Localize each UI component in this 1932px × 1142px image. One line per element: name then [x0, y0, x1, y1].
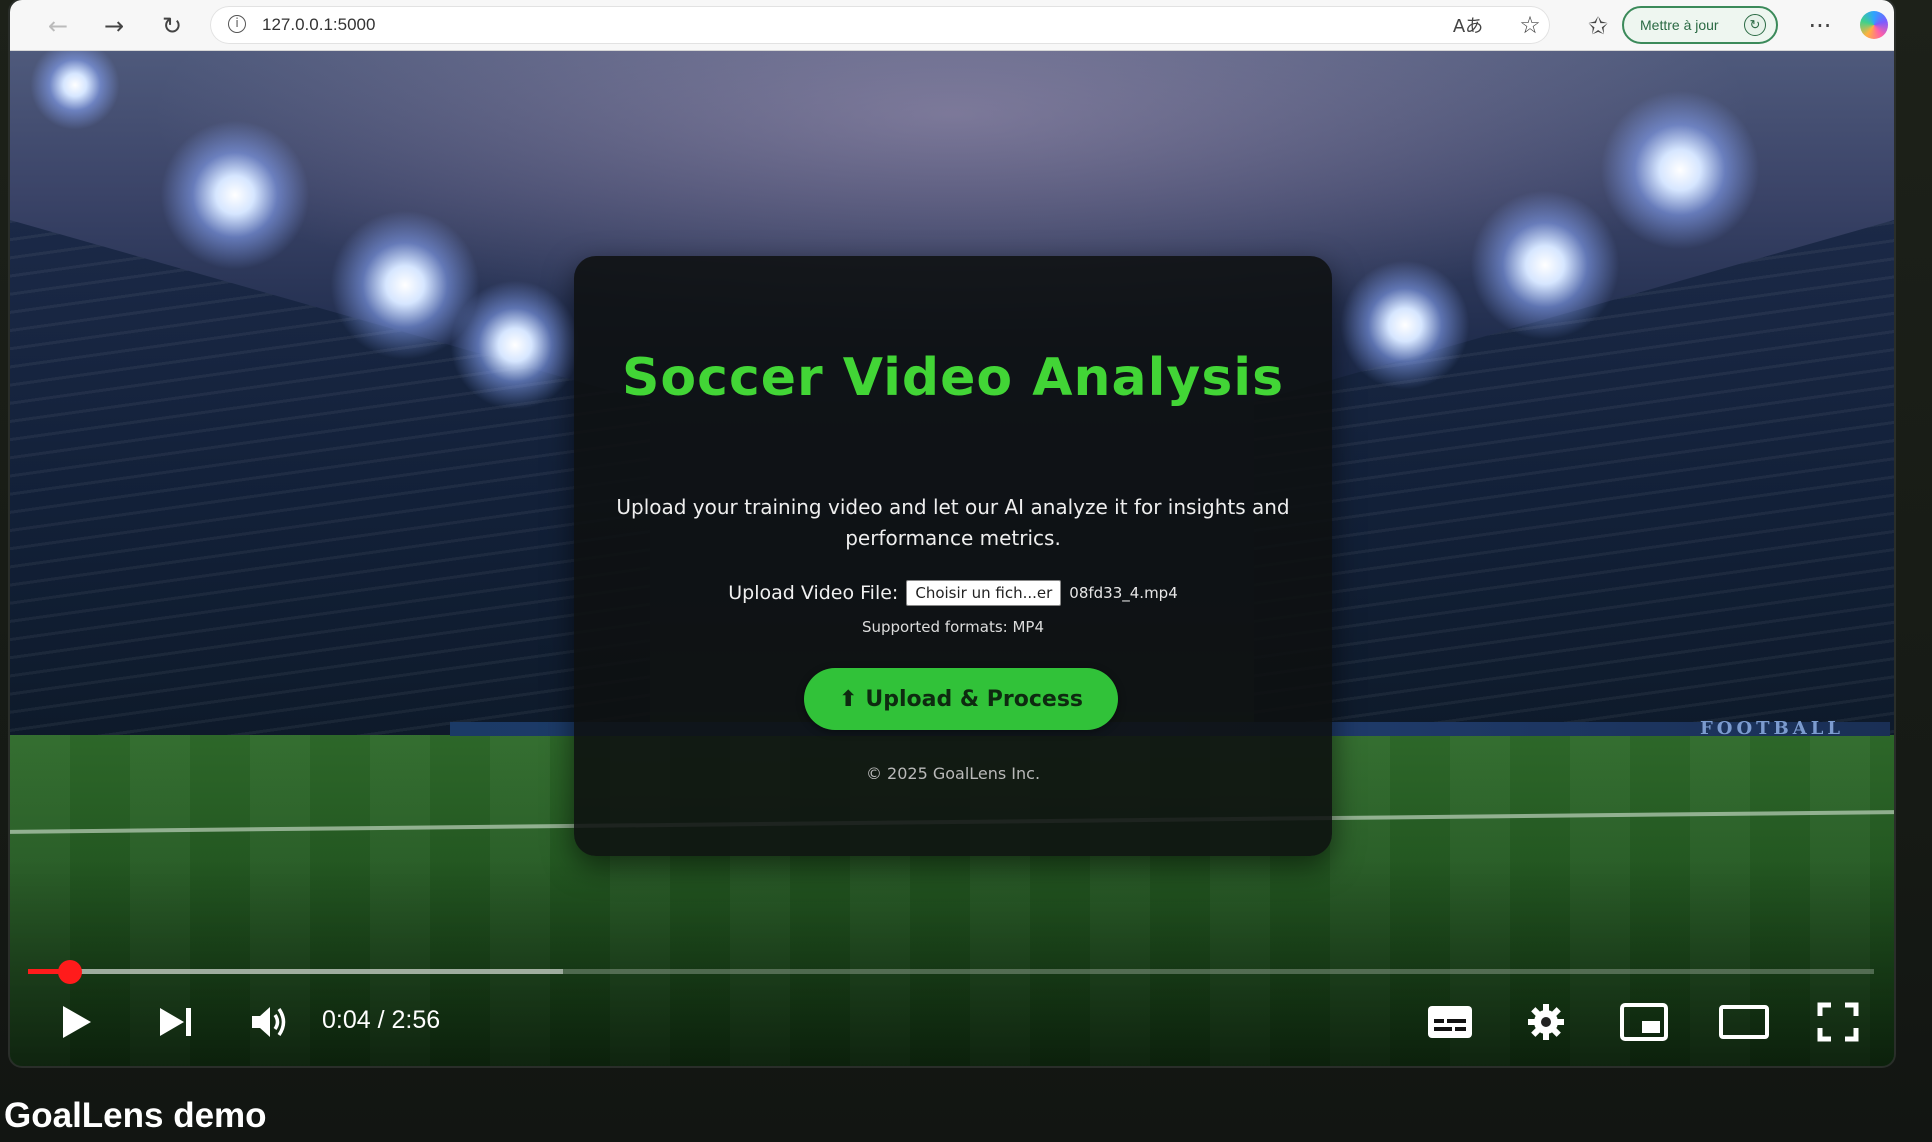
- time-display: 0:04 / 2:56: [322, 1006, 441, 1034]
- fullscreen-icon[interactable]: [1810, 994, 1866, 1050]
- copyright: © 2025 GoalLens Inc.: [865, 764, 1041, 783]
- subtitles-icon[interactable]: [1422, 994, 1478, 1050]
- favorites-icon[interactable]: ✩: [1580, 8, 1616, 44]
- floodlight: [450, 280, 580, 410]
- video-title: GoalLens demo: [4, 1096, 267, 1135]
- upload-card: Soccer Video Analysis Upload your traini…: [574, 256, 1332, 856]
- browser-toolbar: ← → ↻ i 127.0.0.1:5000 Aあ ☆ ✩ Mettre à j…: [10, 0, 1894, 51]
- video-player[interactable]: FOOTBALL ← → ↻ i 127.0.0.1:5000 Aあ ☆ ✩ M…: [10, 0, 1894, 1066]
- progress-buffered: [28, 969, 564, 974]
- info-icon[interactable]: i: [228, 15, 246, 33]
- advertising-board-text: FOOTBALL: [1700, 718, 1845, 739]
- selected-file-name: 08fd33_4.mp4: [1069, 584, 1178, 602]
- update-button[interactable]: Mettre à jour ↻: [1622, 6, 1778, 44]
- update-button-label: Mettre à jour: [1640, 17, 1719, 33]
- file-choose-button[interactable]: Choisir un fich...er: [906, 580, 1062, 606]
- address-bar[interactable]: i 127.0.0.1:5000 Aあ ☆: [210, 6, 1550, 44]
- update-icon: ↻: [1744, 14, 1766, 36]
- progress-bar[interactable]: [28, 960, 1874, 984]
- url-text: 127.0.0.1:5000: [262, 15, 376, 34]
- file-input-label: Upload Video File:: [728, 582, 899, 604]
- floodlight: [1340, 260, 1470, 390]
- play-icon[interactable]: [48, 994, 104, 1050]
- floodlight: [160, 120, 310, 270]
- miniplayer-icon[interactable]: [1616, 994, 1672, 1050]
- upload-process-label: Upload & Process: [865, 686, 1084, 712]
- floodlight: [30, 40, 120, 130]
- back-icon[interactable]: ←: [40, 8, 76, 44]
- copilot-icon[interactable]: [1860, 11, 1888, 39]
- page-title: Soccer Video Analysis: [621, 348, 1285, 408]
- volume-icon[interactable]: [242, 994, 298, 1050]
- forward-icon[interactable]: →: [96, 8, 132, 44]
- upload-process-button[interactable]: ⬆ Upload & Process: [804, 668, 1118, 730]
- theater-mode-icon[interactable]: [1716, 994, 1772, 1050]
- floodlight: [1600, 90, 1760, 250]
- next-icon[interactable]: [148, 994, 204, 1050]
- settings-gear-icon[interactable]: [1518, 994, 1574, 1050]
- description: Upload your training video and let our A…: [616, 495, 1290, 550]
- favorite-star-icon[interactable]: ☆: [1512, 7, 1548, 43]
- more-icon[interactable]: ···: [1802, 8, 1838, 44]
- floodlight: [1470, 190, 1620, 340]
- read-aloud-icon[interactable]: Aあ: [1450, 7, 1486, 43]
- upload-icon: ⬆: [838, 686, 858, 712]
- reload-icon[interactable]: ↻: [154, 8, 190, 44]
- supported-formats-note: Supported formats: MP4: [861, 618, 1045, 636]
- file-upload-row: Upload Video File: Choisir un fich...er …: [574, 580, 1332, 606]
